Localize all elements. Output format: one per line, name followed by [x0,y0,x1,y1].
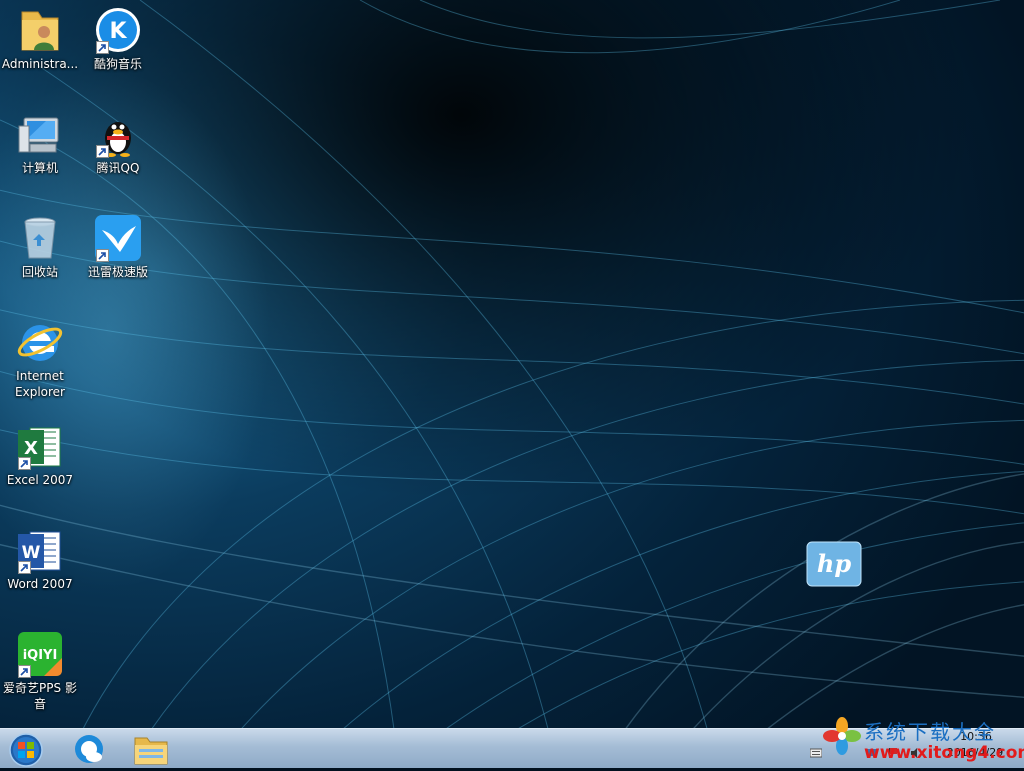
svg-text:X: X [24,438,38,459]
recycle-bin-icon [16,214,64,262]
desktop-icon-iqiyi[interactable]: iQIYI 爱奇艺PPS 影音 [0,630,80,712]
desktop-icon-label: Word 2007 [7,577,73,591]
hp-logo-icon: hp [806,541,862,587]
desktop-icon-label: 腾讯QQ [96,161,140,175]
start-button[interactable] [4,731,48,767]
taskbar-browser-button[interactable] [62,731,116,767]
desktop-icon-label: 爱奇艺PPS 影音 [3,681,77,711]
excel-icon: X [16,422,64,470]
shortcut-arrow-icon [18,561,31,574]
taskbar-explorer-button[interactable] [124,731,178,767]
desktop-icon-label: 酷狗音乐 [93,57,142,71]
desktop-icon-internet-explorer[interactable]: Internet Explorer [0,318,80,400]
svg-text:iQIYI: iQIYI [23,648,58,663]
desktop-icon-kugou[interactable]: K 酷狗音乐 [78,6,158,72]
iqiyi-icon: iQIYI [16,630,64,678]
desktop-icon-label: 迅雷极速版 [87,265,148,279]
shortcut-arrow-icon [96,41,109,54]
shortcut-arrow-icon [96,249,109,262]
internet-explorer-icon [16,318,64,366]
watermark-text: 系统下载大全 [864,720,996,744]
desktop-icon-word[interactable]: W Word 2007 [0,526,80,592]
browser-icon [75,735,103,763]
shortcut-arrow-icon [18,665,31,678]
qq-penguin-icon [94,110,142,158]
desktop-icon-label: 回收站 [21,265,58,279]
computer-icon [16,110,64,158]
word-icon: W [16,526,64,574]
desktop-icon-qq[interactable]: 腾讯QQ [78,110,158,176]
watermark-url: www.xitong4.com [864,743,1024,763]
desktop-icon-computer[interactable]: 计算机 [0,110,80,176]
desktop-icon-excel[interactable]: X Excel 2007 [0,422,80,488]
desktop-icon-label: Administra... [1,57,79,71]
desktop-icon-recycle-bin[interactable]: 回收站 [0,214,80,280]
svg-text:K: K [109,19,127,44]
xunlei-bird-icon [94,214,142,262]
svg-text:hp: hp [817,549,851,578]
file-explorer-icon [134,737,168,765]
kugou-music-icon: K [94,6,142,54]
svg-text:W: W [22,543,41,563]
desktop-icon-label: Excel 2007 [6,473,74,487]
start-orb-icon [9,733,43,767]
desktop-icon-xunlei[interactable]: 迅雷极速版 [78,214,158,280]
desktop-icon-administrator[interactable]: Administra... [0,6,80,72]
desktop-icon-label: 计算机 [21,161,58,175]
desktop-icon-label: Internet Explorer [15,369,65,399]
user-folder-icon [16,6,64,54]
shortcut-arrow-icon [18,457,31,470]
shortcut-arrow-icon [96,145,109,158]
